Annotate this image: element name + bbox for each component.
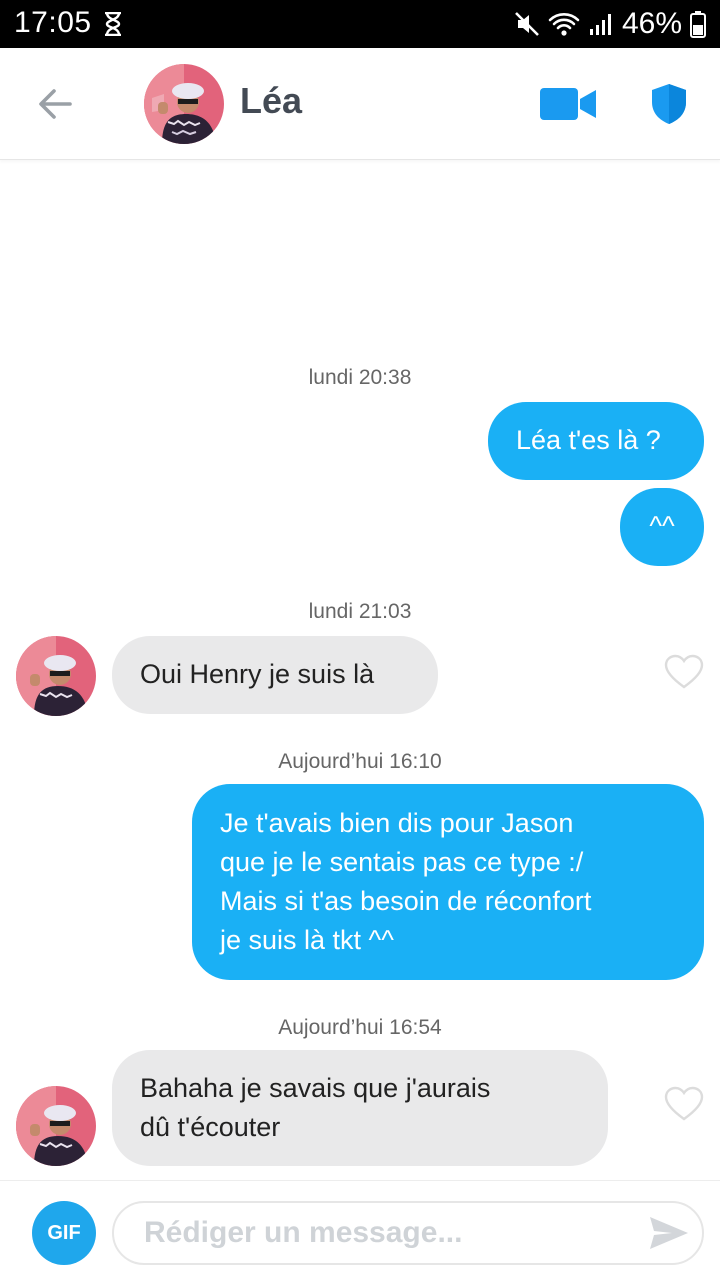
- message-composer: GIF: [0, 1180, 720, 1280]
- status-time: 17:05: [14, 6, 92, 39]
- status-bar: 17:05 46%: [0, 0, 720, 48]
- battery-percent: 46%: [621, 7, 682, 40]
- avatar[interactable]: [16, 636, 96, 716]
- chat-header: Léa: [0, 48, 720, 160]
- video-call-button[interactable]: [540, 86, 598, 122]
- message-input-container[interactable]: [112, 1201, 704, 1265]
- wifi-icon: [548, 11, 580, 37]
- safety-button[interactable]: [650, 82, 688, 126]
- send-button[interactable]: [648, 1215, 690, 1251]
- battery-icon: [690, 10, 706, 38]
- video-camera-icon: [540, 88, 596, 120]
- timestamp: Aujourd’hui 16:54: [278, 1016, 442, 1039]
- hourglass-icon: [104, 11, 122, 41]
- like-heart-icon[interactable]: [664, 1086, 704, 1122]
- mute-icon: [514, 11, 540, 37]
- arrow-left-icon: [39, 89, 72, 119]
- avatar[interactable]: [144, 64, 224, 144]
- message-received[interactable]: Oui Henry je suis là: [112, 636, 438, 714]
- shield-icon: [652, 84, 686, 124]
- like-heart-icon[interactable]: [664, 654, 704, 690]
- message-sent[interactable]: Léa t'es là ?: [488, 402, 704, 480]
- contact-name[interactable]: Léa: [240, 80, 302, 122]
- message-sent[interactable]: Je t'avais bien dis pour Jason que je le…: [192, 784, 704, 980]
- message-list[interactable]: lundi 20:38 Léa t'es là ? ^^ lundi 21:03…: [0, 160, 720, 1180]
- timestamp: lundi 20:38: [308, 366, 412, 389]
- message-input[interactable]: [144, 1211, 624, 1255]
- timestamp: Aujourd’hui 16:10: [278, 750, 442, 773]
- signal-icon: [588, 11, 614, 37]
- avatar[interactable]: [16, 1086, 96, 1166]
- message-sent[interactable]: ^^: [620, 488, 704, 566]
- message-received[interactable]: Bahaha je savais que j'aurais dû t'écout…: [112, 1050, 608, 1166]
- back-button[interactable]: [36, 84, 76, 124]
- timestamp: lundi 21:03: [308, 600, 412, 623]
- gif-button[interactable]: GIF: [32, 1201, 96, 1265]
- send-icon: [650, 1217, 688, 1249]
